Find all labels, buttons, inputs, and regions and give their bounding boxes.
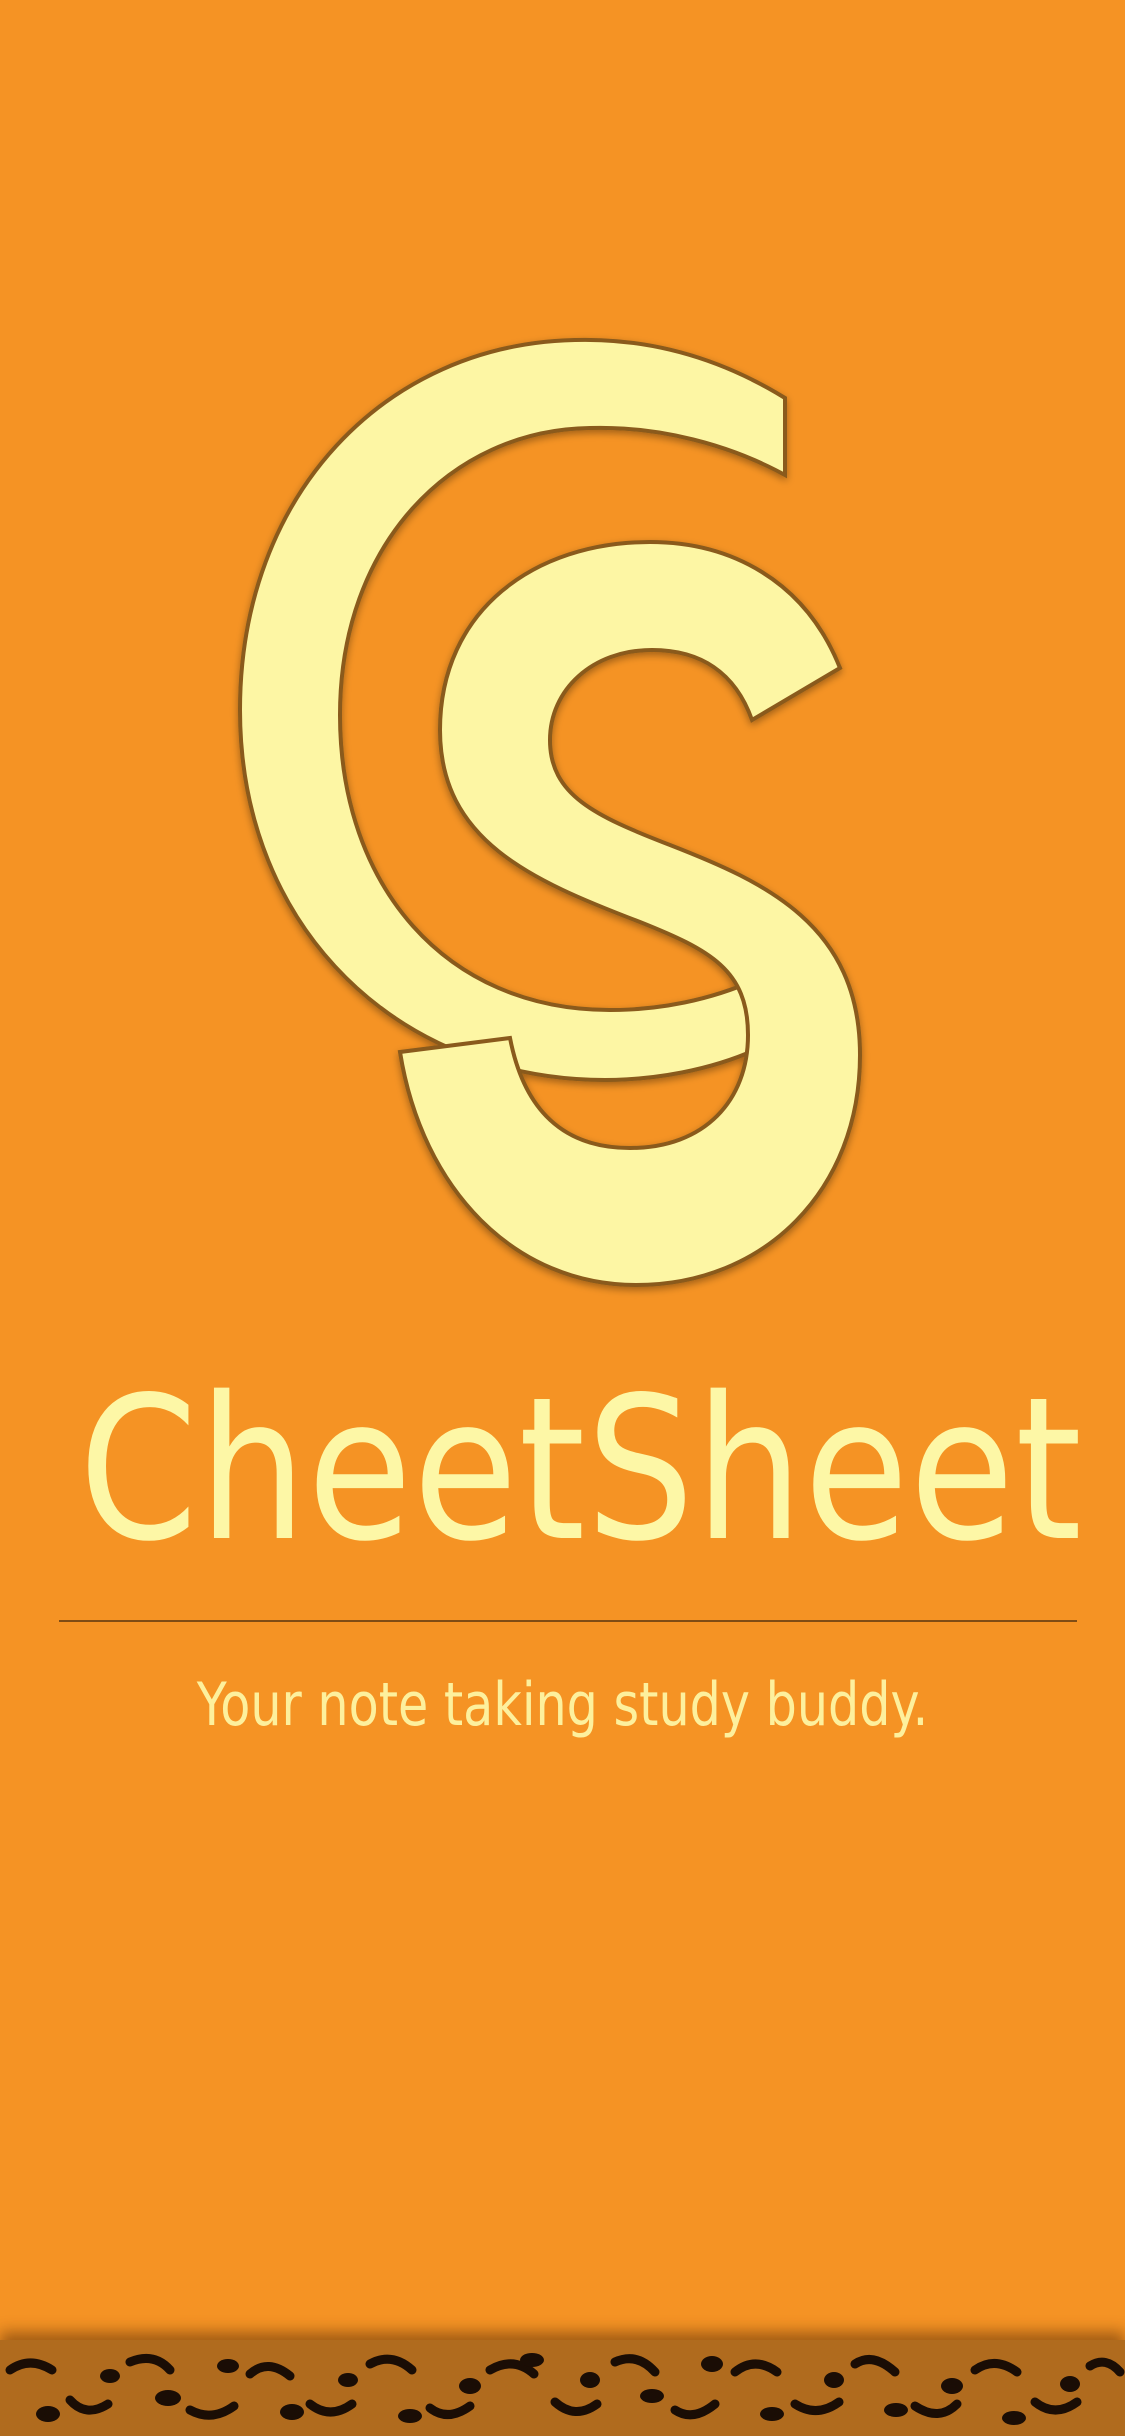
app-title: CheetSheet [78,1354,1083,1585]
title-divider [59,1620,1077,1622]
leopard-print-footer [0,2340,1125,2436]
logo-letter-s-icon [397,539,863,1288]
splash-screen: CheetSheet Your note taking study buddy. [0,0,1125,2436]
leopard-pattern-icon [5,2353,1125,2425]
app-tagline: Your note taking study buddy. [196,1670,929,1740]
cs-logo-icon [200,310,900,1300]
